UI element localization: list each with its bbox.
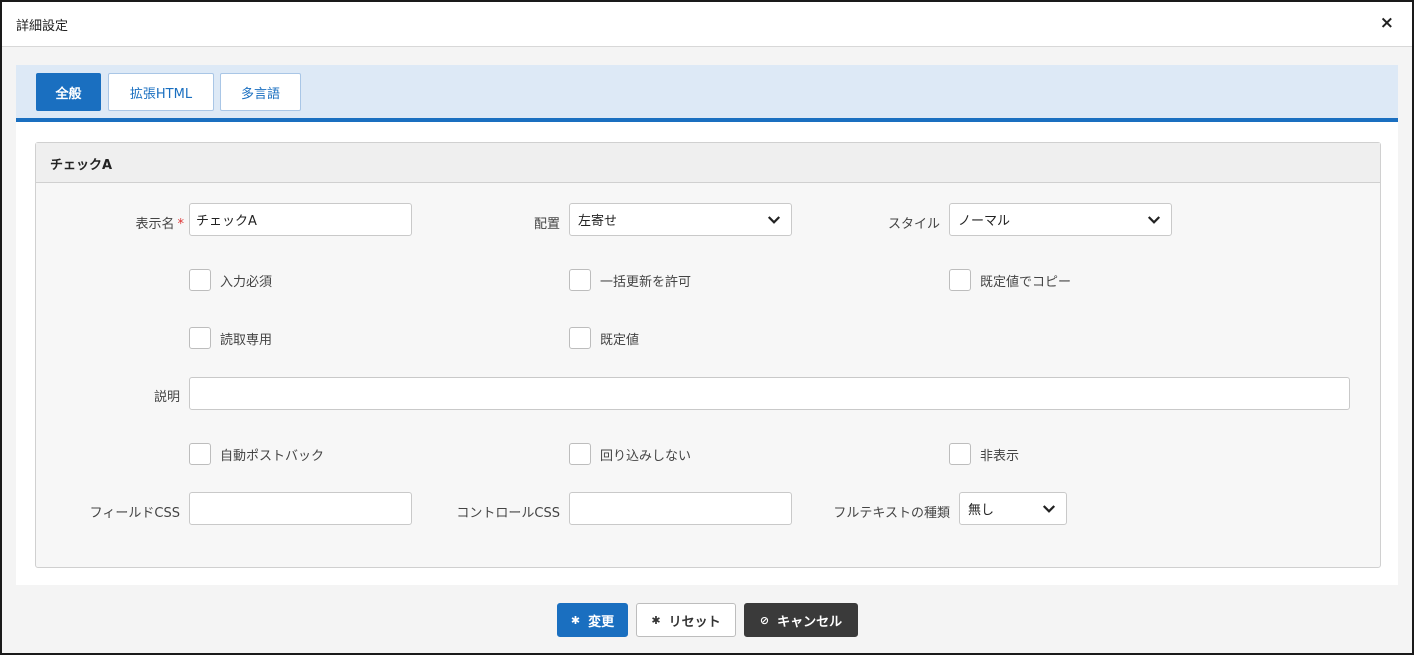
settings-panel: チェックA 表示名 * チェックA 配置 左寄せ スタイル ノーマル 入力必須 一… [35,142,1381,568]
tab-bar: 全般 拡張HTML 多言語 [16,65,1398,118]
alignment-label: 配置 [533,217,560,232]
style-select[interactable]: ノーマル [949,203,1172,236]
field-css-input[interactable] [189,492,412,525]
display-name-label: 表示名 * [96,213,184,232]
cancel-button[interactable]: ⊘ キャンセル [744,603,858,637]
required-checkbox[interactable] [189,269,211,291]
alignment-selected: 左寄せ [578,214,618,229]
ban-icon: ⊘ [759,613,770,627]
read-only-label: 読取専用 [220,333,273,348]
gear-icon: ✱ [570,613,581,627]
alignment-select[interactable]: 左寄せ [569,203,792,236]
default-value-checkbox[interactable] [569,327,591,349]
control-css-input[interactable] [569,492,792,525]
reset-button[interactable]: ✱ リセット [636,603,736,637]
no-wrap-label: 回り込みしない [600,449,692,464]
fulltext-type-label: フルテキストの種類 [833,506,950,521]
change-button-label: 変更 [588,614,615,630]
style-selected: ノーマル [958,214,1011,229]
copy-with-default-checkbox[interactable] [949,269,971,291]
dialog-header: 詳細設定 × [2,2,1412,47]
default-value-label: 既定値 [600,333,640,348]
required-mark: * [177,217,185,232]
dialog-title: 詳細設定 [16,19,69,34]
allow-bulk-update-checkbox[interactable] [569,269,591,291]
tab-underline [16,118,1398,122]
chevron-down-icon [767,215,781,224]
no-wrap-checkbox[interactable] [569,443,591,465]
display-name-input[interactable]: チェックA [189,203,412,236]
reset-button-label: リセット [668,614,721,630]
tab-general[interactable]: 全般 [36,73,101,111]
panel-title: チェックA [50,158,113,173]
read-only-checkbox[interactable] [189,327,211,349]
tab-extended-html[interactable]: 拡張HTML [108,73,214,111]
allow-bulk-update-label: 一括更新を許可 [600,275,692,290]
hidden-checkbox[interactable] [949,443,971,465]
tab-multilingual[interactable]: 多言語 [220,73,301,111]
fulltext-type-selected: 無し [968,503,995,518]
auto-postback-checkbox[interactable] [189,443,211,465]
copy-with-default-label: 既定値でコピー [980,275,1072,290]
field-css-label: フィールドCSS [89,506,180,521]
description-input[interactable] [189,377,1350,410]
chevron-down-icon [1042,504,1056,513]
chevron-down-icon [1147,215,1161,224]
hidden-label: 非表示 [980,449,1020,464]
auto-postback-label: 自動ポストバック [220,449,325,464]
close-icon[interactable]: × [1380,13,1394,33]
required-checkbox-label: 入力必須 [220,275,273,290]
dialog-content: 全般 拡張HTML 多言語 チェックA 表示名 * チェックA 配置 左寄せ スタ… [16,65,1398,585]
control-css-label: コントロールCSS [456,506,560,521]
settings-dialog: 詳細設定 × 全般 拡張HTML 多言語 チェックA 表示名 * チェックA 配置… [0,0,1414,655]
display-name-label-text: 表示名 [135,217,175,232]
fulltext-type-select[interactable]: 無し [959,492,1067,525]
panel-header: チェックA [36,143,1380,183]
change-button[interactable]: ✱ 変更 [557,603,628,637]
description-label: 説明 [153,390,180,405]
gear-icon: ✱ [651,613,661,627]
style-label: スタイル [887,217,940,232]
cancel-button-label: キャンセル [777,614,843,630]
